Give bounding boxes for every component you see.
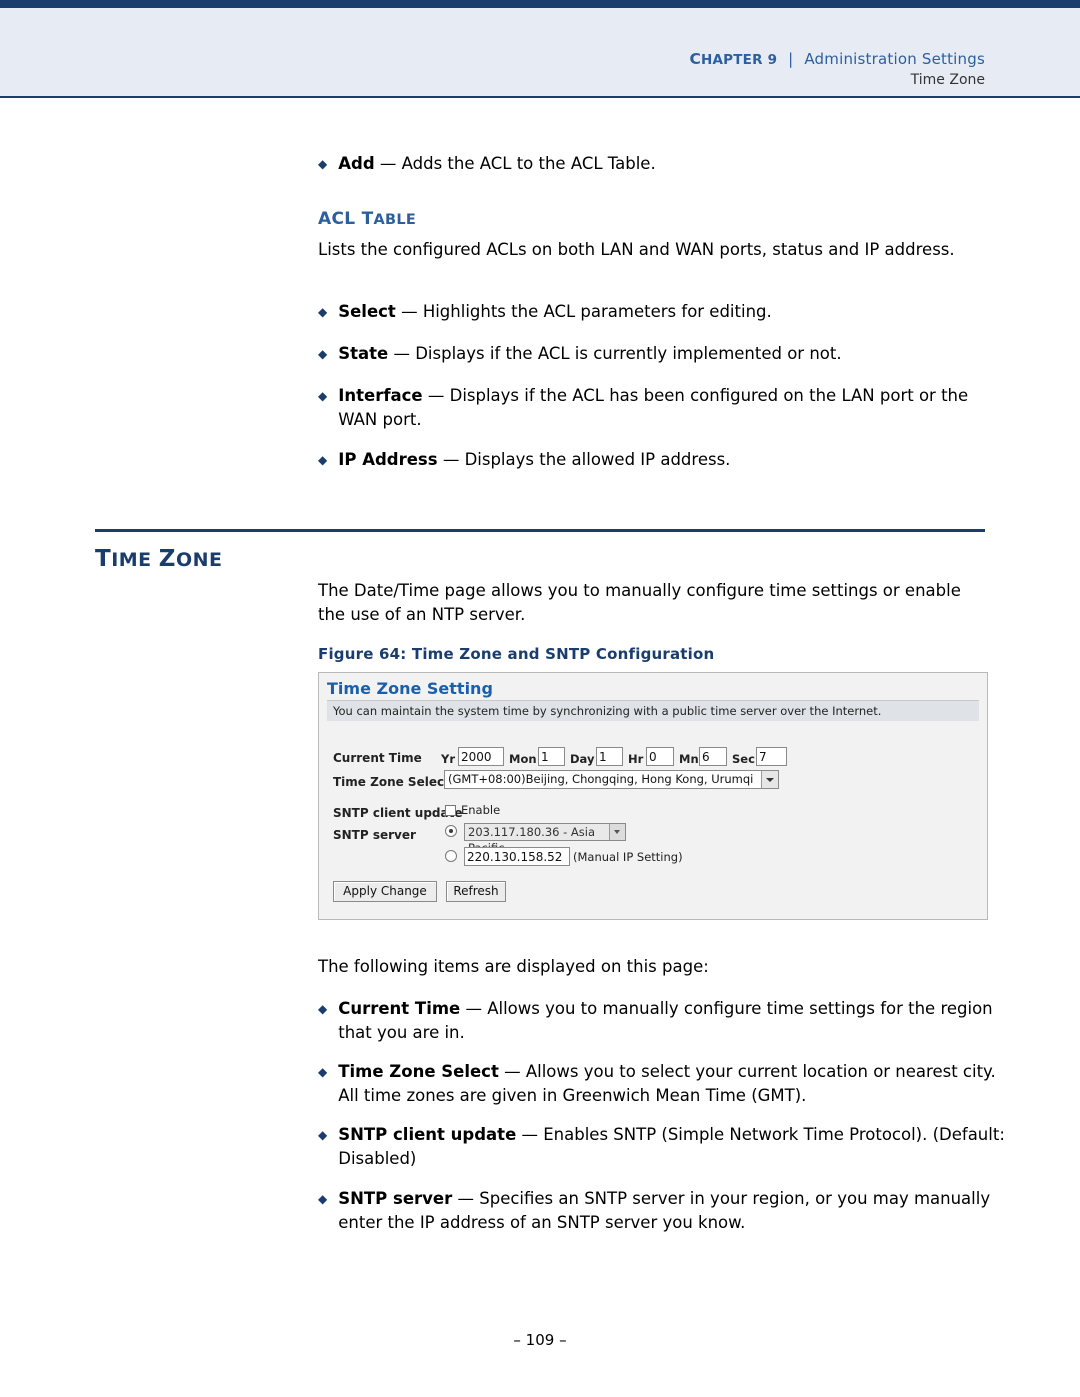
bullet-select-bold: Select	[338, 302, 396, 321]
diamond-icon: ◆	[318, 305, 328, 319]
bullet-ip-address-bold: IP Address	[338, 450, 438, 469]
bullet-sntp-server: ◆ SNTP server — Specifies an SNTP server…	[318, 1187, 1008, 1235]
bullet-time-zone-select: ◆ Time Zone Select — Allows you to selec…	[318, 1060, 1008, 1108]
bullet-interface-rest: — Displays if the ACL has been configure…	[338, 386, 969, 429]
bullet-ip-address-text: IP Address — Displays the allowed IP add…	[338, 448, 730, 472]
bullet-select: ◆ Select — Highlights the ACL parameters…	[318, 300, 998, 324]
bullet-add-text: Add — Adds the ACL to the ACL Table.	[338, 152, 655, 176]
bullet-sntp-server-text: SNTP server — Specifies an SNTP server i…	[338, 1187, 1008, 1235]
figure-time-zone-sntp: Time Zone Setting You can maintain the s…	[318, 672, 988, 920]
figure-label-sntp-client-update: SNTP client update	[333, 806, 463, 820]
bullet-sntp-server-bold: SNTP server	[338, 1189, 453, 1208]
day-input[interactable]	[596, 747, 623, 766]
bullet-ip-address: ◆ IP Address — Displays the allowed IP a…	[318, 448, 998, 472]
diamond-icon: ◆	[318, 1002, 328, 1016]
bullet-current-time-bold: Current Time	[338, 999, 461, 1018]
bullet-current-time: ◆ Current Time — Allows you to manually …	[318, 997, 1008, 1045]
header-top-rule	[0, 0, 1080, 8]
bullet-state-rest: — Displays if the ACL is currently imple…	[388, 344, 842, 363]
section-title-cap-1: T	[95, 546, 112, 572]
subheading-acl-table-rest: ABLE	[373, 212, 417, 228]
figure-unit-mon: Mon	[509, 752, 537, 766]
figure-panel-description: You can maintain the system time by sync…	[333, 704, 882, 718]
bullet-add-rest: — Adds the ACL to the ACL Table.	[374, 154, 656, 173]
header-separator: |	[788, 50, 794, 68]
bullet-time-zone-select-text: Time Zone Select — Allows you to select …	[338, 1060, 1008, 1108]
diamond-icon: ◆	[318, 1192, 328, 1206]
bullet-interface-bold: Interface	[338, 386, 423, 405]
bullet-ip-address-rest: — Displays the allowed IP address.	[437, 450, 731, 469]
sntp-server-preset-select[interactable]: 203.117.180.36 - Asia Pacific	[464, 823, 626, 855]
sntp-server-manual-radio[interactable]	[445, 850, 457, 862]
time-zone-select[interactable]: (GMT+08:00)Beijing, Chongqing, Hong Kong…	[444, 770, 779, 789]
bullet-sntp-client-update: ◆ SNTP client update — Enables SNTP (Sim…	[318, 1123, 1008, 1171]
bullet-sntp-client-update-bold: SNTP client update	[338, 1125, 517, 1144]
sntp-server-preset-radio[interactable]	[445, 825, 457, 837]
figure-label-sntp-server: SNTP server	[333, 828, 416, 842]
sntp-enable-label: Enable	[461, 803, 501, 817]
chevron-down-icon[interactable]	[609, 824, 625, 840]
bullet-state: ◆ State — Displays if the ACL is current…	[318, 342, 998, 366]
bullet-state-text: State — Displays if the ACL is currently…	[338, 342, 841, 366]
following-items-text: The following items are displayed on thi…	[318, 957, 709, 976]
figure-title-rule	[327, 700, 979, 701]
sntp-server-manual-note: (Manual IP Setting)	[573, 850, 683, 864]
refresh-button[interactable]: Refresh	[446, 881, 506, 902]
section-title-rest-1: IME	[111, 549, 159, 571]
figure-unit-hr: Hr	[628, 752, 644, 766]
acl-table-description: Lists the configured ACLs on both LAN an…	[318, 240, 955, 259]
diamond-icon: ◆	[318, 453, 328, 467]
section-title-rest-2: ONE	[175, 549, 223, 571]
bullet-interface-text: Interface — Displays if the ACL has been…	[338, 384, 998, 432]
time-zone-select-value: (GMT+08:00)Beijing, Chongqing, Hong Kong…	[448, 772, 754, 786]
bullet-add: ◆ Add — Adds the ACL to the ACL Table.	[318, 152, 998, 176]
diamond-icon: ◆	[318, 347, 328, 361]
header-breadcrumb: CHAPTER 9 | Administration Settings	[689, 50, 985, 68]
bullet-sntp-client-update-text: SNTP client update — Enables SNTP (Simpl…	[338, 1123, 1008, 1171]
year-input[interactable]	[458, 747, 504, 766]
diamond-icon: ◆	[318, 1128, 328, 1142]
diamond-icon: ◆	[318, 389, 328, 403]
figure-unit-mn: Mn	[679, 752, 699, 766]
sntp-server-manual-ip-input[interactable]	[464, 847, 570, 866]
sntp-enable-checkbox[interactable]	[445, 805, 456, 816]
header-subtitle: Time Zone	[910, 72, 985, 88]
chevron-down-icon[interactable]	[761, 771, 778, 788]
header-section-title: Administration Settings	[804, 50, 985, 68]
month-input[interactable]	[538, 747, 565, 766]
figure-unit-yr: Yr	[441, 752, 455, 766]
page-footer: – 109 –	[513, 1331, 567, 1349]
page-title: TIME ZONE	[95, 546, 223, 572]
second-input[interactable]	[756, 747, 787, 766]
figure-label-time-zone-select: Time Zone Select	[333, 775, 450, 789]
bullet-add-bold: Add	[338, 154, 375, 173]
subheading-acl-table: ACL TABLE	[318, 209, 416, 229]
figure-caption: Figure 64: Time Zone and SNTP Configurat…	[318, 645, 715, 663]
bullet-select-rest: — Highlights the ACL parameters for edit…	[395, 302, 772, 321]
bullet-select-text: Select — Highlights the ACL parameters f…	[338, 300, 772, 324]
section-divider	[95, 529, 985, 532]
timezone-description: The Date/Time page allows you to manuall…	[318, 581, 961, 624]
hour-input[interactable]	[646, 747, 674, 766]
figure-unit-day: Day	[570, 752, 595, 766]
header-chapter-label: CHAPTER 9	[689, 50, 778, 68]
section-title-cap-2: Z	[158, 546, 176, 572]
bullet-interface: ◆ Interface — Displays if the ACL has be…	[318, 384, 998, 432]
figure-label-current-time: Current Time	[333, 751, 422, 765]
figure-panel-title: Time Zone Setting	[327, 679, 493, 698]
figure-unit-sec: Sec	[732, 752, 755, 766]
diamond-icon: ◆	[318, 157, 328, 171]
bullet-state-bold: State	[338, 344, 389, 363]
subheading-acl-table-cap: ACL T	[318, 209, 374, 229]
bullet-time-zone-select-bold: Time Zone Select	[338, 1062, 499, 1081]
diamond-icon: ◆	[318, 1065, 328, 1079]
apply-change-button[interactable]: Apply Change	[333, 881, 437, 902]
bullet-current-time-text: Current Time — Allows you to manually co…	[338, 997, 1008, 1045]
minute-input[interactable]	[699, 747, 727, 766]
